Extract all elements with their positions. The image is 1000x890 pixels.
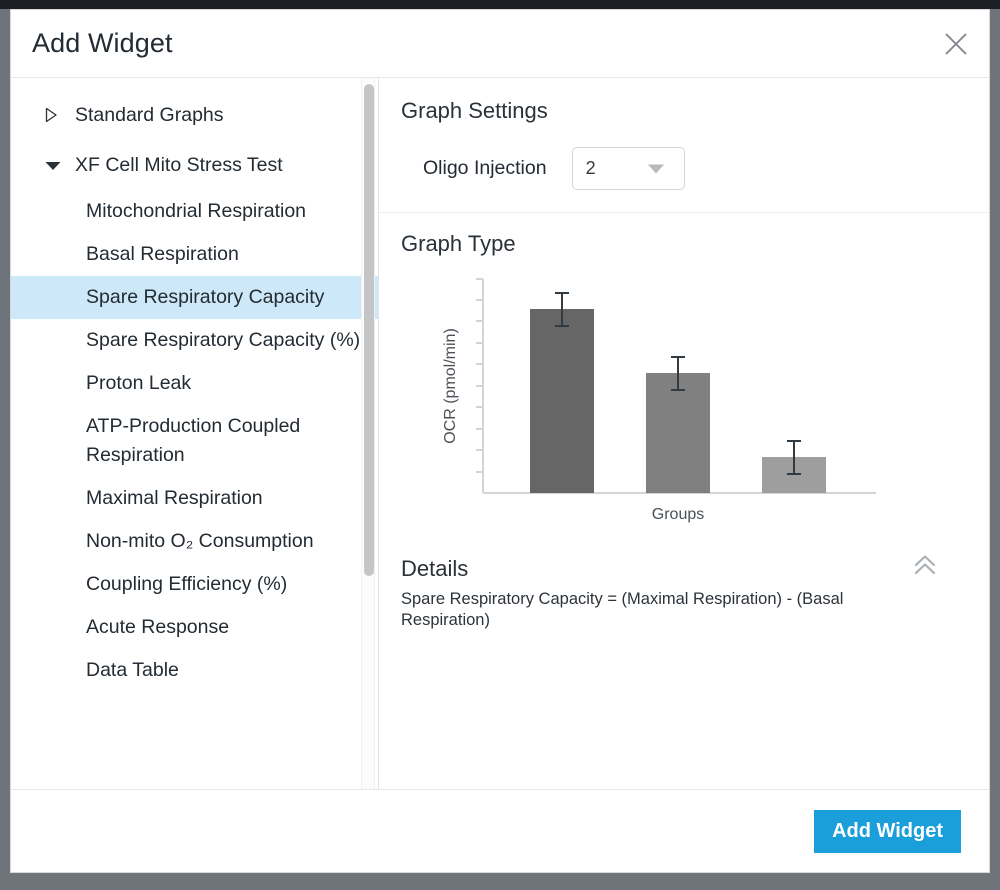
chevron-down-icon xyxy=(648,164,664,173)
bar-group-1 xyxy=(530,309,594,493)
bar-chart: OCR (pmol/min) Groups xyxy=(421,271,921,526)
close-icon xyxy=(943,31,969,57)
page-title: Add Widget xyxy=(32,28,173,59)
tree-item-data-table[interactable]: Data Table xyxy=(11,649,378,692)
graph-settings-title: Graph Settings xyxy=(401,98,967,124)
oligo-injection-select[interactable]: 2 xyxy=(572,147,685,190)
graph-type-title: Graph Type xyxy=(401,231,967,257)
chevron-down-filled-icon[interactable] xyxy=(44,157,66,173)
add-widget-dialog: Add Widget Stand xyxy=(10,9,990,873)
tree-item-non-mito-o2-consumption[interactable]: Non-mito O₂ Consumption xyxy=(11,520,378,563)
details-title: Details xyxy=(401,556,967,582)
tree-item-basal-respiration[interactable]: Basal Respiration xyxy=(11,233,378,276)
tree-group-label: XF Cell Mito Stress Test xyxy=(75,154,283,177)
tree-item-spare-respiratory-capacity[interactable]: Spare Respiratory Capacity xyxy=(11,276,378,319)
x-axis-label: Groups xyxy=(652,506,704,523)
tree-item-coupling-efficiency-percent[interactable]: Coupling Efficiency (%) xyxy=(11,563,378,606)
tree-item-proton-leak[interactable]: Proton Leak xyxy=(11,362,378,405)
chevron-right-outline-icon[interactable] xyxy=(44,107,66,123)
dialog-titlebar: Add Widget xyxy=(11,10,989,78)
close-button[interactable] xyxy=(935,23,977,65)
y-axis-ticks xyxy=(476,279,483,472)
tree-scrollbar-thumb[interactable] xyxy=(364,84,374,576)
dialog-footer: Add Widget xyxy=(11,790,989,872)
double-chevron-up-icon xyxy=(912,553,938,580)
tree-group-xf-cell-mito-stress-test[interactable]: XF Cell Mito Stress Test xyxy=(11,140,378,190)
tree-group-label: Standard Graphs xyxy=(75,104,224,127)
settings-panel: Graph Settings Oligo Injection 2 Graph T… xyxy=(379,78,989,789)
add-widget-button[interactable]: Add Widget xyxy=(814,810,961,853)
tree-item-acute-response[interactable]: Acute Response xyxy=(11,606,378,649)
graph-type-section: Graph Type xyxy=(379,213,989,536)
oligo-injection-label: Oligo Injection xyxy=(423,157,547,180)
tree-group-standard-graphs[interactable]: Standard Graphs xyxy=(11,90,378,140)
y-axis-label: OCR (pmol/min) xyxy=(442,328,459,444)
oligo-injection-value: 2 xyxy=(573,158,596,179)
oligo-injection-row: Oligo Injection 2 xyxy=(401,147,967,190)
details-collapse-button[interactable] xyxy=(911,552,939,580)
graph-settings-section: Graph Settings Oligo Injection 2 xyxy=(379,78,989,213)
tree-item-spare-respiratory-capacity-percent[interactable]: Spare Respiratory Capacity (%) xyxy=(11,319,378,362)
widget-tree-panel: Standard Graphs XF Cell Mito Stress Test… xyxy=(11,78,379,789)
details-section: Details Spare Respiratory Capacity = (Ma… xyxy=(379,536,989,641)
dialog-body: Standard Graphs XF Cell Mito Stress Test… xyxy=(11,78,989,790)
tree-scrollbar[interactable] xyxy=(361,78,375,789)
graph-preview[interactable]: OCR (pmol/min) Groups xyxy=(401,271,967,526)
widget-tree: Standard Graphs XF Cell Mito Stress Test… xyxy=(11,90,378,789)
tree-item-maximal-respiration[interactable]: Maximal Respiration xyxy=(11,477,378,520)
tree-item-mitochondrial-respiration[interactable]: Mitochondrial Respiration xyxy=(11,190,378,233)
tree-item-atp-production-coupled-respiration[interactable]: ATP-Production Coupled Respiration xyxy=(11,405,378,477)
screen-top-strip xyxy=(0,0,1000,9)
details-description: Spare Respiratory Capacity = (Maximal Re… xyxy=(401,589,879,631)
